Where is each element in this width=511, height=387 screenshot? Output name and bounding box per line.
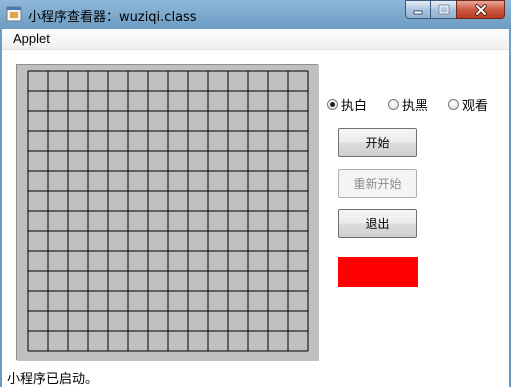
board-grid[interactable] [17, 65, 319, 361]
radio-play-black[interactable]: 执黑 [388, 95, 428, 114]
radio-label-watch[interactable]: 观看 [462, 95, 488, 114]
client-area: Applet 执白 执黑 观看 开始 重新开始 退出 小程序已启动。 [2, 29, 509, 387]
status-text: 小程序已启动。 [7, 372, 99, 387]
applet-panel: 执白 执黑 观看 开始 重新开始 退出 [2, 50, 509, 363]
minimize-button[interactable] [405, 0, 431, 19]
minimize-icon [413, 10, 423, 14]
radio-circle[interactable] [327, 99, 338, 110]
menu-applet[interactable]: Applet [11, 31, 52, 46]
radio-selected-dot [330, 102, 335, 107]
title-bar[interactable]: 小程序查看器：wuziqi.class [0, 0, 511, 28]
close-button[interactable] [456, 0, 505, 19]
close-icon [474, 3, 487, 16]
radio-play-white[interactable]: 执白 [327, 95, 367, 114]
applet-viewer-window: 小程序查看器：wuziqi.class Applet 执白 执黑 观看 开始 重… [0, 0, 511, 387]
radio-label-black[interactable]: 执黑 [402, 95, 428, 114]
maximize-icon [438, 4, 449, 15]
exit-button[interactable]: 退出 [338, 209, 417, 238]
gomoku-board[interactable] [16, 64, 319, 361]
radio-circle[interactable] [388, 99, 399, 110]
window-title: 小程序查看器：wuziqi.class [28, 10, 197, 25]
java-app-icon [6, 6, 22, 22]
radio-circle[interactable] [448, 99, 459, 110]
menu-bar: Applet [2, 29, 509, 50]
maximize-button[interactable] [430, 0, 457, 19]
radio-watch[interactable]: 观看 [448, 95, 488, 114]
restart-button: 重新开始 [338, 169, 417, 198]
radio-label-white[interactable]: 执白 [341, 95, 367, 114]
status-bar: 小程序已启动。 [2, 363, 509, 387]
start-button[interactable]: 开始 [338, 128, 417, 157]
turn-color-indicator [338, 257, 418, 287]
